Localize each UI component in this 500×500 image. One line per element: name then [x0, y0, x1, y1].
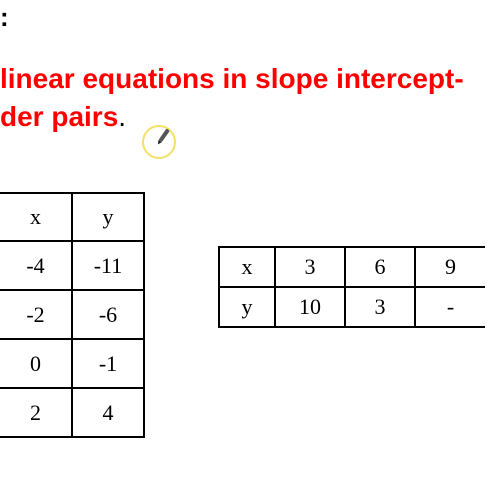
table-row: -2 -6 — [0, 290, 144, 339]
xy-table-horizontal: x 3 6 9 y 10 3 - — [218, 246, 485, 328]
instruction-line2: der pairs — [0, 101, 118, 132]
cell-y: -6 — [72, 290, 144, 339]
table-row: -4 -11 — [0, 241, 144, 290]
heading-colon: : — [0, 2, 9, 33]
table-header-x: x — [0, 193, 72, 241]
cell-x: 2 — [0, 388, 72, 437]
table-row: x 3 6 9 — [219, 247, 485, 287]
cell-x: 0 — [0, 339, 72, 388]
table-row: y 10 3 - — [219, 287, 485, 327]
cell-x: -2 — [0, 290, 72, 339]
cell-y: 10 — [275, 287, 345, 327]
table-row: 0 -1 — [0, 339, 144, 388]
instruction-text: linear equations in slope intercept- der… — [0, 60, 500, 136]
cell-y: -11 — [72, 241, 144, 290]
cell-x: 6 — [345, 247, 415, 287]
cell-y: - — [415, 287, 485, 327]
cell-x: -4 — [0, 241, 72, 290]
cell-y: 3 — [345, 287, 415, 327]
cell-x: 9 — [415, 247, 485, 287]
table-header-y: y — [72, 193, 144, 241]
cell-y: 4 — [72, 388, 144, 437]
cell-y: -1 — [72, 339, 144, 388]
table-row: 2 4 — [0, 388, 144, 437]
table-header-y: y — [219, 287, 275, 327]
xy-table-vertical: x y -4 -11 -2 -6 0 -1 2 4 — [0, 192, 145, 438]
instruction-line1: linear equations in slope intercept- — [0, 63, 464, 94]
table-row: x y — [0, 193, 144, 241]
table-header-x: x — [219, 247, 275, 287]
cell-x: 3 — [275, 247, 345, 287]
instruction-period: . — [118, 101, 126, 132]
